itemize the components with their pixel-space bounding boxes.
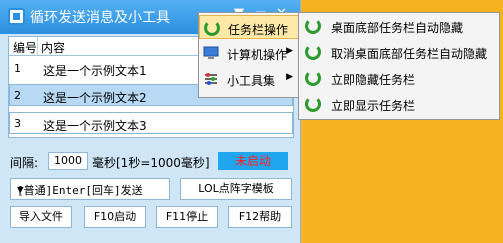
f11-stop-button[interactable]: F11停止 [156,206,218,228]
header-divider [37,37,38,55]
chevron-down-icon: ▼ [17,183,24,196]
menu-item-taskbar[interactable]: 任务栏操作 [199,15,299,39]
f12-help-button[interactable]: F12帮助 [228,206,292,228]
context-menu: 任务栏操作 计算机操作 ▶ 小工具集 ▶ [198,12,300,98]
list-row[interactable]: 3 这是一个示例文本3 [9,112,293,134]
row-text: 这是一个示例文本1 [43,64,147,78]
submenu-item-label: 桌面底部任务栏自动隐藏 [331,21,464,35]
row-num: 1 [14,62,21,75]
row-text: 这是一个示例文本2 [43,91,147,105]
refresh-icon [305,96,321,112]
submenu-item-autohide[interactable]: 桌面底部任务栏自动隐藏 [299,13,499,39]
refresh-icon [305,18,321,34]
submenu-item-hide-now[interactable]: 立即隐藏任务栏 [299,65,499,91]
submenu-arrow-icon: ▶ [286,46,293,56]
interval-input[interactable]: 1000 [48,152,88,170]
header-content[interactable]: 内容 [41,39,65,56]
computer-icon [203,45,219,61]
menu-item-tools[interactable]: 小工具集 ▶ [199,67,299,91]
submenu-item-show-now[interactable]: 立即显示任务栏 [299,91,499,117]
row-num: 3 [14,117,21,130]
menu-item-label: 计算机操作 [227,48,288,62]
submenu-item-label: 立即显示任务栏 [331,99,416,113]
lol-template-button[interactable]: LOL点阵字模板 [180,178,292,200]
refresh-icon [204,20,220,36]
menu-item-label: 任务栏操作 [228,23,289,37]
submenu-item-label: 立即隐藏任务栏 [331,73,416,87]
menu-item-computer[interactable]: 计算机操作 ▶ [199,41,299,65]
control-panel: 间隔: 1000 毫秒[1秒=1000毫秒] 未启动 [普通]Enter[回车]… [8,146,292,236]
window-title: 循环发送消息及小工具 [30,10,170,26]
refresh-icon [305,44,321,60]
f10-start-button[interactable]: F10启动 [84,206,146,228]
refresh-icon [305,70,321,86]
submenu-item-cancel-autohide[interactable]: 取消桌面底部任务栏自动隐藏 [299,39,499,65]
import-file-button[interactable]: 导入文件 [10,206,72,228]
interval-label: 间隔: [10,156,39,170]
header-num[interactable]: 编号 [13,39,37,56]
submenu-item-label: 取消桌面底部任务栏自动隐藏 [331,47,488,61]
status-badge: 未启动 [218,152,288,170]
taskbar-submenu: 桌面底部任务栏自动隐藏 取消桌面底部任务栏自动隐藏 立即隐藏任务栏 立即显示任务… [298,12,500,120]
submenu-arrow-icon: ▶ [286,72,293,82]
row-num: 2 [14,89,21,102]
tools-icon [203,71,219,87]
app-icon [8,8,25,25]
send-mode-select[interactable]: [普通]Enter[回车]发送 ▼ [10,178,170,200]
interval-unit-label: 毫秒[1秒=1000毫秒] [92,156,210,170]
menu-item-label: 小工具集 [227,74,276,88]
row-text: 这是一个示例文本3 [43,119,147,133]
